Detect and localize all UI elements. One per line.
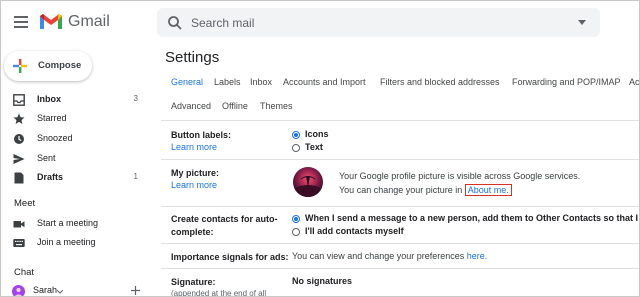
sidebar-item-label: Sent: [37, 153, 56, 163]
icons-radio[interactable]: [292, 131, 300, 139]
gmail-window: Gmail Compose Inbox 3 Starred Snoozed: [0, 0, 640, 297]
sidebar-item-snoozed[interactable]: Snoozed: [1, 130, 151, 149]
tab-offline[interactable]: Offline: [222, 101, 248, 111]
signature-value: No signatures: [292, 276, 353, 286]
icons-option-label: Icons: [305, 129, 329, 139]
send-icon: [13, 154, 25, 164]
compose-plus-icon: [13, 59, 27, 73]
about-me-link[interactable]: About me.: [464, 184, 512, 196]
row-divider: [161, 268, 639, 269]
tabs-divider: [161, 120, 639, 121]
clock-icon: [14, 134, 24, 144]
tab-themes[interactable]: Themes: [260, 101, 293, 111]
sidebar-item-label: Join a meeting: [37, 237, 96, 247]
inbox-icon: [13, 94, 25, 106]
signature-label: Signature:: [171, 277, 216, 287]
tab-accounts-and-import[interactable]: Accounts and Import: [283, 77, 366, 87]
tab-inbox[interactable]: Inbox: [250, 77, 272, 87]
sidebar-item-start-meeting[interactable]: Start a meeting: [1, 215, 151, 234]
text-option-label: Text: [305, 142, 323, 152]
compose-label: Compose: [38, 60, 82, 71]
row-divider: [161, 159, 639, 160]
signature-note: (appended at the end of all: [171, 289, 267, 297]
search-input[interactable]: [191, 14, 551, 32]
my-picture-learn-more-link[interactable]: Learn more: [171, 180, 217, 190]
add-contacts-myself-radio[interactable]: [292, 228, 300, 236]
search-bar[interactable]: [157, 8, 600, 37]
importance-signals-text: You can view and change your preferences…: [292, 251, 487, 261]
draft-icon: [14, 172, 24, 184]
gmail-logo-icon[interactable]: [39, 12, 63, 30]
sidebar-item-label: Starred: [37, 113, 67, 123]
sidebar-item-inbox[interactable]: Inbox 3: [1, 91, 151, 110]
row-divider: [161, 206, 639, 207]
profile-picture-info: Your Google profile picture is visible a…: [339, 171, 581, 181]
tab-add-ons-truncated[interactable]: Ac: [629, 77, 639, 87]
create-contacts-label-line2: complete:: [171, 227, 214, 237]
video-icon: [13, 221, 25, 228]
chat-section-title: Chat: [14, 267, 35, 278]
top-header: Gmail: [1, 1, 639, 45]
importance-signals-prefix: You can view and change your preferences: [292, 251, 467, 261]
row-divider: [161, 243, 639, 244]
sidebar-item-starred[interactable]: Starred: [1, 110, 151, 129]
sidebar-item-label: Drafts: [37, 172, 64, 182]
chevron-down-icon[interactable]: [57, 290, 63, 294]
search-icon[interactable]: [167, 15, 183, 31]
button-labels-label: Button labels:: [171, 130, 231, 140]
chat-user-name: Sarah: [33, 285, 58, 295]
change-picture-line: You can change your picture in About me.: [339, 184, 512, 196]
tab-forwarding-and-pop-imap[interactable]: Forwarding and POP/IMAP: [512, 77, 621, 87]
inbox-count: 3: [133, 94, 138, 103]
my-picture-label: My picture:: [171, 168, 220, 178]
profile-picture[interactable]: [293, 167, 323, 197]
add-chat-icon[interactable]: [131, 286, 140, 295]
tab-filters-and-blocked-addresses[interactable]: Filters and blocked addresses: [380, 77, 500, 87]
hamburger-menu-icon[interactable]: [14, 16, 28, 28]
sidebar-item-drafts[interactable]: Drafts 1: [1, 169, 151, 188]
importance-signals-label: Importance signals for ads:: [171, 252, 289, 262]
add-contacts-myself-label: I'll add contacts myself: [305, 226, 404, 236]
sidebar-item-label: Inbox: [37, 94, 61, 104]
keyboard-icon: [13, 239, 25, 247]
tab-advanced[interactable]: Advanced: [171, 101, 211, 111]
search-options-chevron-icon[interactable]: [578, 20, 586, 25]
meet-section-title: Meet: [14, 198, 36, 209]
add-to-other-contacts-label: When I send a message to a new person, a…: [305, 213, 640, 223]
sidebar-item-label: Start a meeting: [37, 218, 99, 228]
tab-general[interactable]: General: [171, 77, 203, 87]
gmail-brand-text: Gmail: [68, 13, 110, 30]
page-title: Settings: [165, 49, 220, 66]
preferences-here-link[interactable]: here.: [467, 251, 488, 261]
chat-user-sarah[interactable]: Sarah: [1, 283, 151, 296]
star-icon: [13, 113, 25, 124]
sidebar-item-label: Snoozed: [37, 133, 73, 143]
tab-labels[interactable]: Labels: [214, 77, 241, 87]
button-labels-learn-more-link[interactable]: Learn more: [171, 142, 217, 152]
sidebar-item-sent[interactable]: Sent: [1, 150, 151, 169]
add-to-other-contacts-radio[interactable]: [292, 215, 300, 223]
sidebar-item-join-meeting[interactable]: Join a meeting: [1, 234, 151, 253]
text-radio[interactable]: [292, 144, 300, 152]
create-contacts-label-line1: Create contacts for auto-: [171, 214, 278, 224]
compose-button[interactable]: Compose: [4, 51, 92, 81]
avatar-icon: [12, 285, 25, 296]
drafts-count: 1: [133, 172, 138, 181]
change-picture-prefix: You can change your picture in: [339, 185, 465, 195]
